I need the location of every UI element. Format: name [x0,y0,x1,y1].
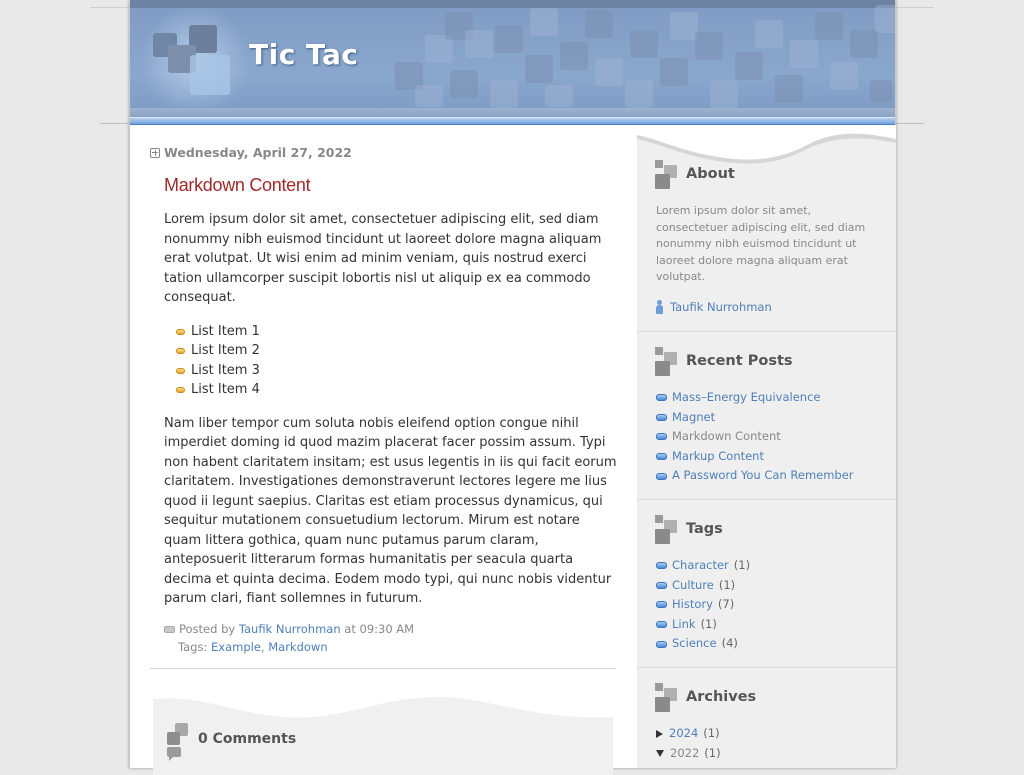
tag-link-markdown[interactable]: Markdown [268,640,327,654]
pill-bullet-icon [656,581,667,589]
list-item: List Item 1 [176,322,619,342]
tag-item[interactable]: Link (1) [656,615,750,635]
pill-bullet-icon [656,453,667,461]
bullet-icon [176,348,185,354]
post-time[interactable]: 09:30 AM [360,622,415,636]
recent-post-item[interactable]: Magnet [656,408,854,428]
recent-post-item[interactable]: Markup Content [656,447,854,467]
list-item: List Item 4 [176,380,619,400]
pill-bullet-icon [656,413,667,421]
tag-item[interactable]: Science (4) [656,634,750,654]
post-byline: Posted by Taufik Nurrohman at 09:30 AM [164,620,414,638]
archives-list: 2024 (1) 2022 (1) [656,724,721,763]
widget-squares-icon [655,160,677,189]
page-container: Tic Tac Wednesday, April 27, 2022 Markdo… [129,0,896,775]
bullet-icon [176,367,185,374]
list-item: List Item 3 [176,361,619,381]
post-date-header: Wednesday, April 27, 2022 [150,145,352,160]
archives-title: Archives [686,689,757,705]
post-paragraph-2: Nam liber tempor cum soluta nobis eleife… [164,415,617,607]
comments-section: 0 Comments [153,695,613,775]
pill-bullet-icon [656,433,667,441]
comments-wave [153,695,613,718]
recent-post-item[interactable]: A Password You Can Remember [656,466,854,486]
about-author-link[interactable]: Taufik Nurrohman [656,300,772,314]
comment-bubble-icon [167,723,188,761]
recent-posts-list: Mass–Energy Equivalence Magnet Markdown … [656,388,854,486]
pill-bullet-icon [656,601,667,609]
post-footer: Posted by Taufik Nurrohman at 09:30 AM T… [164,620,414,656]
pill-bullet-icon [656,562,667,570]
post-paragraph-1: Lorem ipsum dolor sit amet, consectetuer… [164,212,602,305]
tag-item[interactable]: History (7) [656,595,750,615]
pill-bullet-icon [656,621,667,629]
post-body: Lorem ipsum dolor sit amet, consectetuer… [164,210,619,609]
widget-divider [637,499,896,500]
collapse-arrow-icon[interactable] [656,749,664,757]
header-top-bar [130,0,895,8]
list-item: List Item 2 [176,341,619,361]
post-tags: Tags: Example, Markdown [178,640,328,654]
tag-item[interactable]: Character (1) [656,556,750,576]
tags-list: Character (1) Culture (1) History (7) Link(… [656,556,750,654]
expand-plus-icon [150,147,160,158]
site-title[interactable]: Tic Tac [249,38,359,71]
expand-arrow-icon[interactable] [656,729,663,738]
about-title: About [686,166,735,182]
pill-bullet-icon [656,640,667,648]
archive-year-2022[interactable]: 2022 (1) [656,744,721,764]
pill-bullet-icon [656,472,667,480]
tags-title: Tags [686,521,723,537]
pill-bullet-icon [656,394,667,402]
widget-squares-icon [655,347,677,376]
about-text: Lorem ipsum dolor sit amet, consectetuer… [656,204,866,283]
header-bottom-bar [130,108,895,117]
post-author-link[interactable]: Taufik Nurrohman [239,622,341,636]
recent-post-item-current: Markdown Content [656,427,854,447]
tag-item[interactable]: Culture (1) [656,576,750,596]
recent-posts-title: Recent Posts [686,353,793,369]
header-accent-strip [130,117,895,125]
post-date: Wednesday, April 27, 2022 [164,145,352,160]
post-title[interactable]: Markdown Content [164,175,311,196]
widget-squares-icon [655,683,677,712]
person-icon [656,300,663,314]
sidebar: About Lorem ipsum dolor sit amet, consec… [637,125,896,768]
tag-link-example[interactable]: Example [211,640,261,654]
post-list: List Item 1 List Item 2 List Item 3 List… [176,322,619,400]
widget-squares-icon [655,515,677,544]
widget-divider [637,667,896,668]
archive-year-2024[interactable]: 2024 (1) [656,724,721,744]
site-header: Tic Tac [130,0,895,125]
bullet-icon [176,387,185,393]
comments-title: 0 Comments [198,731,297,747]
sidebar-wave [637,125,896,164]
pencil-icon [164,626,175,633]
bullet-icon [176,328,185,335]
recent-post-item[interactable]: Mass–Energy Equivalence [656,388,854,408]
post-divider [150,668,616,669]
widget-divider [637,331,896,332]
